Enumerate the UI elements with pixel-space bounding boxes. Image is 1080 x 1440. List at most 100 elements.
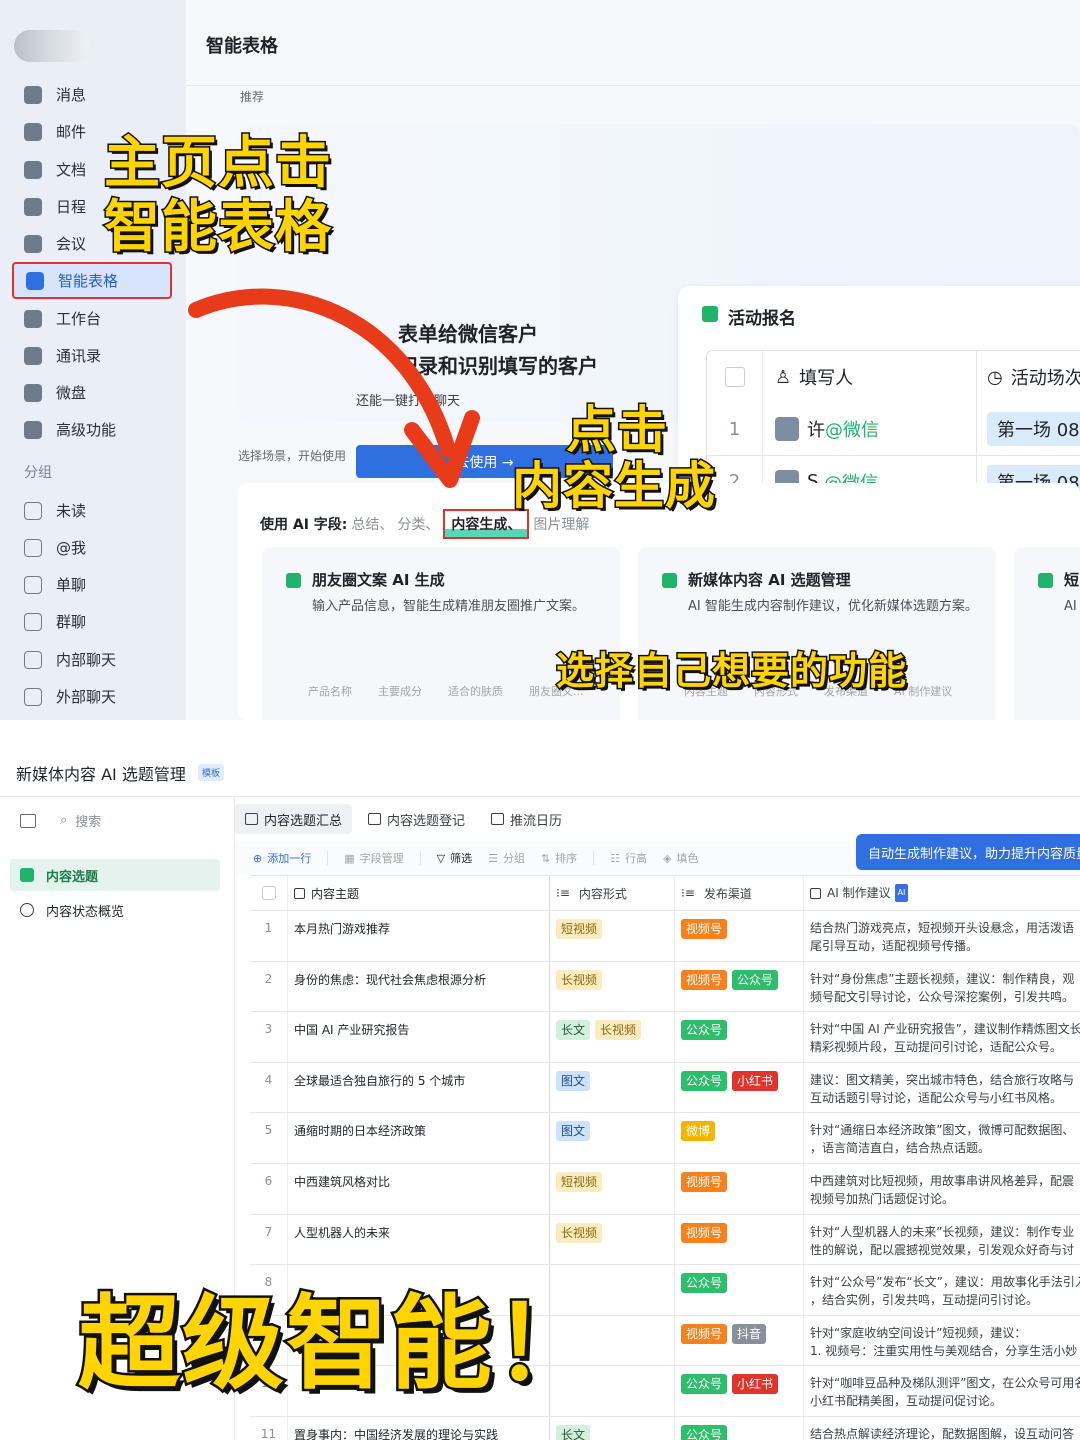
ai-field-classify[interactable]: 分类、 [397, 514, 439, 534]
col-header-topic[interactable]: 内容主题 [311, 885, 359, 902]
nav-search-row[interactable]: ⌕ 搜索 [20, 811, 101, 830]
col-session: 活动场次 [1010, 368, 1080, 389]
group-item-4[interactable]: 内部聊天 [12, 641, 172, 678]
table-row[interactable]: 3 中国 AI 产业研究报告 长文 长视频 公众号 针对“中国 AI 产业研究报告”，建议… [250, 1012, 1080, 1063]
left-sidebar: 消息 邮件 文档 日程 会议 智能表格 工作台 通讯录 微盘 高级功能 分组 未读 @我 单聊 群聊 内部… [0, 0, 186, 720]
channel-cell[interactable]: 视频号 抖音 [675, 1315, 804, 1366]
topic-cell[interactable]: 通缩时期的日本经济政策 [288, 1113, 550, 1163]
fill-color-button[interactable]: ◈ 填色 [663, 850, 698, 866]
topic-cell[interactable]: 本月热门游戏推荐 [288, 911, 550, 961]
ai-suggestion-cell[interactable]: 针对“通缩日本经济政策”图文，微博可配数据图、 ，语言简洁直白，结合热点话题。 [804, 1113, 1080, 1163]
topic-cell[interactable]: 中西建筑风格对比 [288, 1163, 550, 1214]
sidebar-item-0[interactable]: 消息 [12, 76, 172, 113]
sidebar-item-9[interactable]: 高级功能 [12, 411, 172, 448]
tab-summary[interactable]: 内容选题汇总 [235, 804, 353, 834]
topic-cell[interactable]: 身份的焦虑：现代社会焦虑根源分析 [288, 961, 550, 1012]
group-button[interactable]: ☰ 分组 [488, 850, 525, 866]
form-cell[interactable]: 短视频 [550, 911, 675, 961]
add-row-button[interactable]: ⊕ 添加一行 [253, 850, 311, 866]
table-row[interactable]: 5 通缩时期的日本经济政策 图文 微博 针对“通缩日本经济政策”图文，微博可配数据图、 ，… [250, 1113, 1080, 1164]
ai-suggestion-cell[interactable]: 针对“公众号”发布“长文”，建议：用故事化手法引入 ，结合实例，引发共鸣，互动提问… [804, 1265, 1080, 1315]
sidebar-toggle-icon[interactable] [20, 813, 36, 828]
row-height-button[interactable]: ☷ 行高 [610, 850, 647, 866]
ai-suggestion-cell[interactable]: 结合热点解读经济理论，配数据图解，设互动问答 [804, 1417, 1080, 1440]
tab-label: 内容选题登记 [387, 813, 466, 829]
ai-suggestion-cell[interactable]: 中西建筑对比短视频，用故事串讲风格差异，配震 视频号加热门话题促讨论。 [804, 1164, 1080, 1214]
tab-calendar[interactable]: 推流日历 [481, 804, 572, 834]
ai-suggestion-cell[interactable]: 针对“身份焦虑”主题长视频，建议：制作精良，观 频号配文引导讨论，公众号深挖案例，… [804, 962, 1080, 1012]
multi-select-icon: ⁝≡ [681, 886, 695, 900]
filler-cell: 许 @微信 [763, 403, 977, 455]
sidebar-item-5[interactable]: 智能表格 [12, 262, 172, 299]
topic-cell[interactable]: 置身事内：中国经济发展的理论与实践 [288, 1416, 550, 1440]
ai-suggestion-cell[interactable]: 建议：图文精美，突出城市特色，结合旅行攻略与 互动话题引导讨论，适配公众号与小红书… [804, 1063, 1080, 1113]
form-cell[interactable]: 短视频 [550, 1163, 675, 1214]
form-icon [368, 813, 382, 825]
group-item-2[interactable]: 单聊 [12, 566, 172, 603]
group-item-1[interactable]: @我 [12, 529, 172, 566]
filler-name: 许 [807, 420, 825, 441]
row-index: 2 [250, 961, 288, 1012]
group-item-label: 群聊 [56, 613, 87, 631]
form-cell[interactable]: 长视频 [550, 961, 675, 1012]
group-item-0[interactable]: 未读 [12, 492, 172, 529]
template-card[interactable]: 短 AI [1014, 547, 1080, 720]
channel-tag: 公众号 [681, 1273, 728, 1294]
channel-cell[interactable]: 公众号 [675, 1012, 804, 1062]
table-row[interactable]: 4 全球最适合独自旅行的 5 个城市 图文 公众号 小红书 建议：图文精美，突出城市特色，… [250, 1062, 1080, 1114]
channel-cell[interactable]: 视频号 [675, 1214, 804, 1265]
channel-cell[interactable]: 公众号 小红书 [675, 1366, 804, 1416]
filter-button[interactable]: ▽ 筛选 [437, 850, 472, 866]
topic-cell[interactable]: 中国 AI 产业研究报告 [288, 1012, 550, 1062]
divider [419, 851, 421, 865]
ai-suggestion-cell[interactable]: 针对“咖啡豆品种及梯队测评”图文，在公众号可用名 小红书配精美图，互动提问促讨论。 [804, 1366, 1080, 1416]
col-header-ai[interactable]: AI 制作建议 [827, 884, 891, 902]
channel-cell[interactable]: 视频号 公众号 [675, 961, 804, 1012]
group-icon: ☰ [488, 851, 498, 865]
ai-line-2: 精彩视频片段，互动提问引讨论，适配公众号。 [810, 1040, 1063, 1055]
sort-button[interactable]: ⇅ 排序 [541, 850, 577, 866]
table-row[interactable]: 1 本月热门游戏推荐 短视频 视频号 结合热门游戏亮点，短视频开头设悬念，用活泼语 尾引导… [250, 911, 1080, 962]
channel-cell[interactable]: 公众号 小红书 [675, 1062, 804, 1113]
table-row[interactable]: 2 身份的焦虑：现代社会焦虑根源分析 长视频 视频号 公众号 针对“身份焦虑”主题长视频，… [250, 961, 1080, 1013]
group-item-label: 单聊 [56, 576, 87, 594]
table-row[interactable]: 7 人型机器人的未来 长视频 视频号 针对“人型机器人的未来”长视频，建议：制作专业 性的… [250, 1214, 1080, 1266]
avatar[interactable] [14, 30, 90, 62]
nav-item-status-overview[interactable]: 内容状态概览 [10, 894, 220, 926]
ai-suggestion-cell[interactable]: 针对“家庭收纳空间设计”短视频，建议： 1. 视频号：注重实用性与美观结合，分享生… [804, 1316, 1080, 1366]
template-title: 朋友圈文案 AI 生成 [312, 571, 445, 589]
table-row[interactable]: 11 置身事内：中国经济发展的理论与实践 长文 公众号 结合热点解读经济理论，配数据图解… [250, 1416, 1080, 1440]
group-item-5[interactable]: 外部聊天 [12, 678, 172, 715]
table-row[interactable]: 6 中西建筑风格对比 短视频 视频号 中西建筑对比短视频，用故事串讲风格差异，配震 视频号… [250, 1163, 1080, 1215]
ai-suggestion-cell[interactable]: 针对“中国 AI 产业研究报告”，建议制作精炼图文长 精彩视频片段，互动提问引讨论… [804, 1012, 1080, 1062]
ai-suggestion-cell[interactable]: 针对“人型机器人的未来”长视频，建议：制作专业 性的解说，配以震撼视觉效果，引发观… [804, 1215, 1080, 1265]
col-header-form[interactable]: 内容形式 [579, 885, 627, 902]
sidebar-item-7[interactable]: 通讯录 [12, 337, 172, 374]
channel-cell[interactable]: 视频号 [675, 1163, 804, 1214]
channel-cell[interactable]: 视频号 [675, 911, 804, 961]
form-cell[interactable]: 长文 [550, 1416, 675, 1440]
at-icon [24, 538, 42, 557]
channel-cell[interactable]: 微博 [675, 1113, 804, 1163]
group-item-3[interactable]: 群聊 [12, 603, 172, 640]
select-all-checkbox[interactable] [261, 886, 276, 900]
nav-item-content-topics[interactable]: 内容选题 [10, 859, 220, 891]
col-header-channel[interactable]: 发布渠道 [704, 885, 752, 902]
topic-cell[interactable]: 全球最适合独自旅行的 5 个城市 [288, 1062, 550, 1113]
field-manage-button[interactable]: ▦ 字段管理 [344, 850, 403, 866]
channel-cell[interactable]: 公众号 [675, 1265, 804, 1315]
tab-register[interactable]: 内容选题登记 [358, 804, 475, 834]
topic-cell[interactable]: 人型机器人的未来 [288, 1214, 550, 1265]
form-cell[interactable]: 长视频 [550, 1214, 675, 1265]
sidebar-item-6[interactable]: 工作台 [12, 300, 172, 337]
form-cell[interactable]: 图文 [550, 1113, 675, 1163]
internal-chat-icon [24, 650, 42, 669]
ai-suggestion-cell[interactable]: 结合热门游戏亮点，短视频开头设悬念，用活泼语 尾引导互动，适配视频号传播。 [804, 911, 1080, 961]
form-cell[interactable]: 长文 长视频 [550, 1012, 675, 1062]
sidebar-item-8[interactable]: 微盘 [12, 374, 172, 411]
page-header: 智能表格 [186, 0, 1080, 86]
channel-cell[interactable]: 公众号 [675, 1416, 804, 1440]
form-cell[interactable]: 图文 [550, 1062, 675, 1113]
ai-field-summary[interactable]: 总结、 [351, 514, 393, 534]
checkbox[interactable] [724, 367, 745, 387]
